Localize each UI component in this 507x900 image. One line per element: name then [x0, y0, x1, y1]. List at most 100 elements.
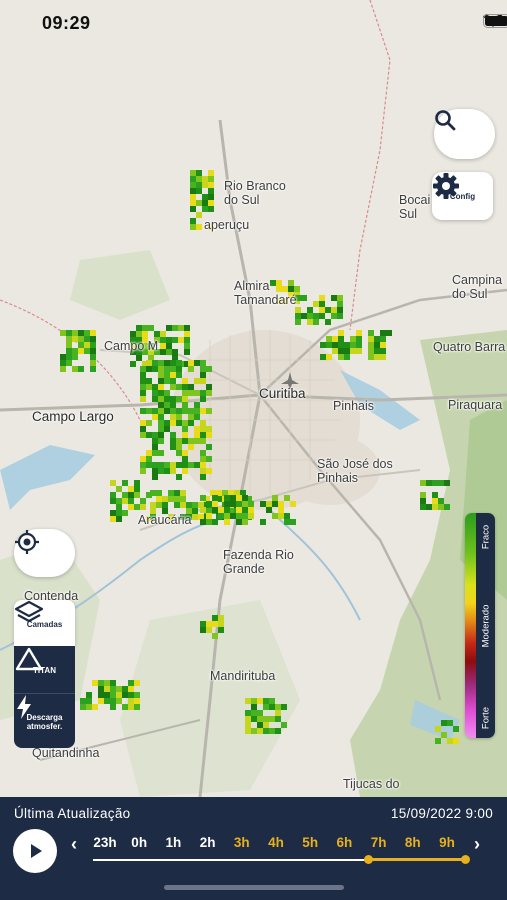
- place-campo-magro: Campo M: [104, 339, 159, 353]
- radar-cell: [218, 615, 224, 621]
- radar-cell: [386, 330, 392, 336]
- range-end-handle[interactable]: [461, 855, 470, 864]
- radar-cell: [98, 686, 104, 692]
- hour-23h[interactable]: 23h: [93, 835, 116, 850]
- hour-7h[interactable]: 7h: [371, 835, 387, 850]
- crosshair-icon: [15, 530, 39, 554]
- hour-5h[interactable]: 5h: [302, 835, 318, 850]
- radar-cell: [236, 513, 242, 519]
- range-start-handle[interactable]: [364, 855, 373, 864]
- radar-cell: [350, 336, 356, 342]
- locate-button[interactable]: [14, 529, 75, 577]
- radar-cell: [184, 343, 190, 349]
- radar-cell: [156, 502, 162, 508]
- radar-cell: [196, 170, 202, 176]
- radar-cell: [164, 372, 170, 378]
- lightning-icon: [17, 695, 31, 719]
- radar-cell: [156, 496, 162, 502]
- radar-cell: [134, 486, 140, 492]
- radar-cell: [236, 495, 242, 501]
- radar-cell: [438, 480, 444, 486]
- radar-cell: [172, 349, 178, 355]
- descarga-button[interactable]: Descarga atmosfer.: [14, 694, 75, 748]
- radar-cell: [248, 513, 254, 519]
- last-update-label: Última Atualização: [14, 806, 131, 821]
- radar-cell: [122, 692, 128, 698]
- radar-cell: [166, 325, 172, 331]
- radar-cell: [218, 507, 224, 513]
- hour-9h[interactable]: 9h: [439, 835, 455, 850]
- radar-cell: [72, 336, 78, 342]
- radar-cell: [130, 331, 136, 337]
- place-rio-branco: Rio Branco do Sul: [224, 179, 286, 207]
- radar-cell: [176, 438, 182, 444]
- radar-cell: [150, 490, 156, 496]
- next-hour-button[interactable]: ›: [474, 834, 480, 855]
- hour-3h[interactable]: 3h: [234, 835, 250, 850]
- radar-cell: [257, 716, 263, 722]
- radar-cell: [78, 366, 84, 372]
- hour-1h[interactable]: 1h: [166, 835, 182, 850]
- titan-button[interactable]: TITAN: [14, 646, 75, 694]
- radar-cell: [230, 495, 236, 501]
- radar-cell: [194, 402, 200, 408]
- radar-cell: [200, 621, 206, 627]
- radar-cell: [92, 680, 98, 686]
- hour-2h[interactable]: 2h: [200, 835, 216, 850]
- prev-hour-button[interactable]: ‹: [71, 834, 77, 855]
- radar-cell: [60, 354, 66, 360]
- radar-cell: [307, 319, 313, 325]
- radar-cell: [158, 426, 164, 432]
- radar-cell: [206, 501, 212, 507]
- radar-cell: [154, 331, 160, 337]
- radar-cell: [140, 378, 146, 384]
- hour-6h[interactable]: 6h: [337, 835, 353, 850]
- radar-cell: [162, 496, 168, 502]
- layers-button[interactable]: Camadas: [14, 600, 75, 646]
- search-button[interactable]: [434, 109, 495, 159]
- radar-cell: [242, 519, 248, 525]
- hour-0h[interactable]: 0h: [131, 835, 147, 850]
- radar-cell: [136, 355, 142, 361]
- radar-cell: [278, 513, 284, 519]
- radar-cell: [116, 698, 122, 704]
- radar-cell: [128, 498, 134, 504]
- radar-cell: [313, 301, 319, 307]
- radar-cell: [182, 426, 188, 432]
- hour-8h[interactable]: 8h: [405, 835, 421, 850]
- radar-cell: [66, 336, 72, 342]
- radar-cell: [344, 348, 350, 354]
- legend-labels: Fraco Moderado Forte: [476, 513, 495, 738]
- radar-cell: [284, 519, 290, 525]
- radar-cell: [166, 337, 172, 343]
- place-quitandinha: Quitandinha: [32, 746, 100, 760]
- radar-cell: [164, 468, 170, 474]
- radar-cell: [206, 408, 212, 414]
- hour-4h[interactable]: 4h: [268, 835, 284, 850]
- radar-cell: [194, 426, 200, 432]
- radar-cell: [307, 307, 313, 313]
- radar-cell: [134, 698, 140, 704]
- radar-cell: [150, 502, 156, 508]
- radar-cell: [140, 426, 146, 432]
- radar-cell: [368, 336, 374, 342]
- radar-cell: [78, 348, 84, 354]
- radar-cell: [152, 384, 158, 390]
- radar-cell: [438, 498, 444, 504]
- radar-cell: [190, 200, 196, 206]
- radar-cell: [98, 692, 104, 698]
- radar-cell: [202, 182, 208, 188]
- search-icon: [435, 110, 456, 131]
- radar-cell: [331, 313, 337, 319]
- radar-cell: [295, 313, 301, 319]
- place-araucaria: Araucária: [138, 513, 192, 527]
- play-button[interactable]: [13, 829, 57, 873]
- radar-cell: [218, 627, 224, 633]
- place-quatro-barras: Quatro Barra: [433, 340, 506, 354]
- radar-cell: [92, 704, 98, 710]
- radar-map[interactable]: 09:29 Rio Branco do Sul Bocai Sul aperuç…: [0, 0, 507, 797]
- radar-cell: [200, 468, 206, 474]
- legend-label-moderado: Moderado: [480, 604, 491, 648]
- radar-cell: [90, 336, 96, 342]
- config-button[interactable]: Config: [432, 172, 493, 220]
